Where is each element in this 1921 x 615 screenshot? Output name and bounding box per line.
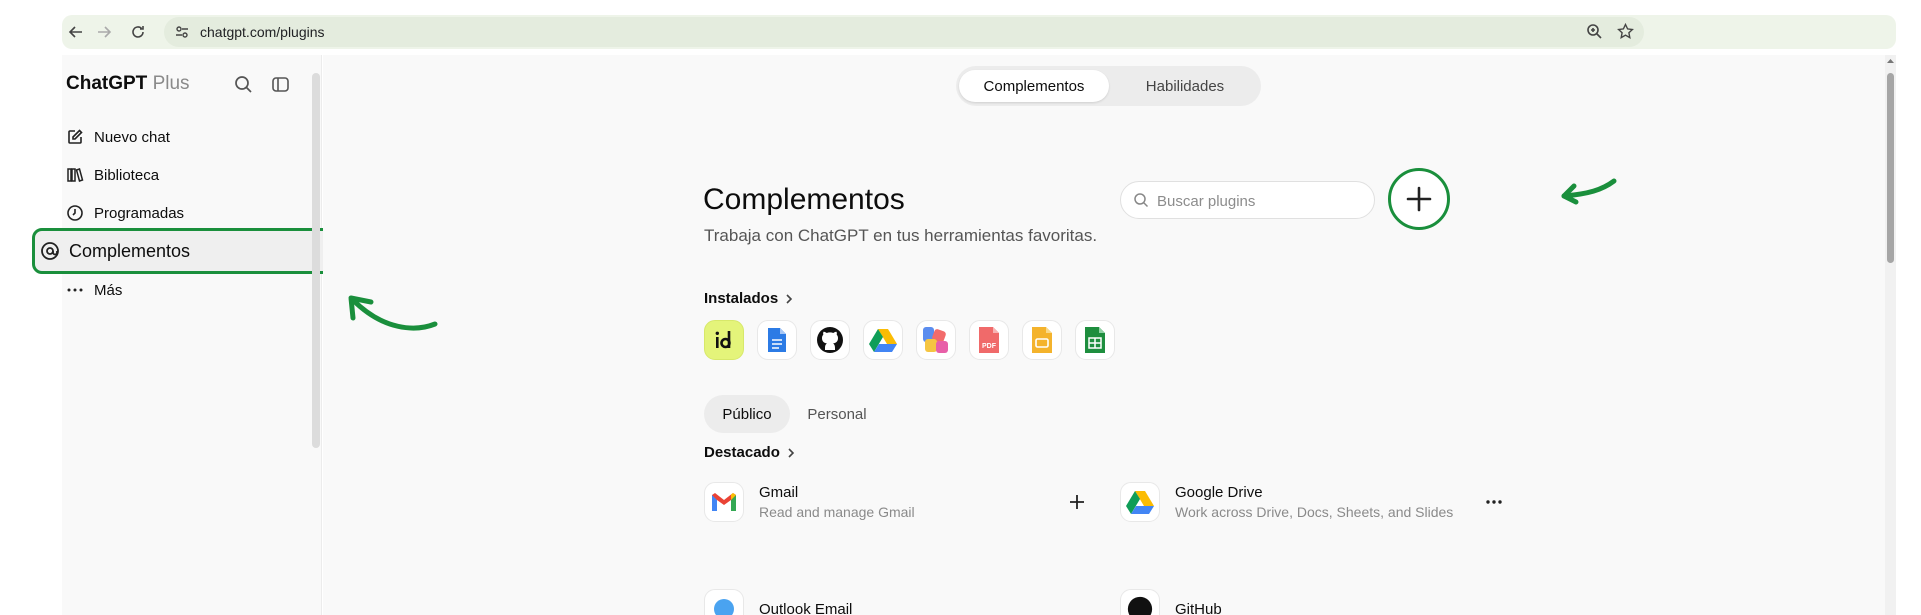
reload-icon <box>132 26 144 38</box>
plugin-name: Google Drive <box>1175 484 1263 501</box>
drive-logo <box>869 329 897 352</box>
featured-item-google-drive[interactable]: Google Drive Work across Drive, Docs, Sh… <box>1120 478 1453 526</box>
chevron-right-icon <box>786 293 793 304</box>
sidebar-item-label: Biblioteca <box>94 166 160 184</box>
pdf-icon[interactable]: PDF <box>969 320 1009 360</box>
id-logo <box>715 331 731 349</box>
plugin-description: Work across Drive, Docs, Sheets, and Sli… <box>1175 504 1454 520</box>
featured-label: Destacado <box>704 444 780 461</box>
annotation-arrow-left <box>348 295 438 331</box>
search-icon <box>1134 193 1149 208</box>
sidebar-item-plugins[interactable]: Complementos <box>32 228 340 274</box>
toggle-sidebar-button[interactable] <box>267 71 293 97</box>
sidebar-item-more[interactable]: Más <box>64 275 314 305</box>
featured-header[interactable]: Destacado <box>704 444 796 461</box>
reload-button[interactable] <box>126 20 150 44</box>
add-plugin-button[interactable] <box>1388 168 1450 230</box>
search-input[interactable] <box>1157 190 1362 212</box>
tab-plugins[interactable]: Complementos <box>959 70 1109 102</box>
id-app-icon[interactable] <box>704 320 744 360</box>
scrollbar-thumb[interactable] <box>1887 73 1894 263</box>
multicolor-app-icon[interactable] <box>916 320 956 360</box>
plugin-name: Gmail <box>759 484 799 501</box>
svg-text:PDF: PDF <box>982 343 997 350</box>
plus-icon <box>1070 495 1084 509</box>
page-subtitle: Trabaja con ChatGPT en tus herramientas … <box>704 226 1098 245</box>
installed-label: Instalados <box>704 290 779 307</box>
sidebar-item-scheduled[interactable]: Programadas <box>64 198 314 228</box>
arrow-right-icon <box>98 26 112 38</box>
google-sheets-icon[interactable] <box>1075 320 1115 360</box>
bookmark-star-icon[interactable] <box>1617 23 1634 40</box>
google-drive-icon[interactable] <box>863 320 903 360</box>
sidebar: ChatGPT Plus Nuevo chat Biblioteca Progr… <box>32 55 340 615</box>
github-icon[interactable] <box>810 320 850 360</box>
installed-header[interactable]: Instalados <box>704 290 794 307</box>
tab-skills[interactable]: Habilidades <box>1111 70 1259 102</box>
brand-name: ChatGPT <box>66 73 148 94</box>
address-bar[interactable]: chatgpt.com/plugins <box>164 17 1644 47</box>
main-panel: Complementos Habilidades Complementos Tr… <box>323 55 1896 615</box>
plugin-name: GitHub <box>1175 600 1222 615</box>
featured-item-gmail[interactable]: Gmail Read and manage Gmail <box>704 478 915 526</box>
search-icon <box>234 75 252 93</box>
clock-icon <box>64 202 86 224</box>
sidebar-item-new-chat[interactable]: Nuevo chat <box>64 122 314 152</box>
outlook-icon <box>704 589 744 615</box>
sidebar-scrollbar[interactable] <box>312 73 320 448</box>
plugin-icon <box>39 240 61 262</box>
google-drive-options-button[interactable] <box>1480 488 1508 516</box>
sidebar-item-label: Complementos <box>69 240 191 261</box>
more-icon <box>64 279 86 301</box>
annotation-arrow-right <box>1561 178 1617 205</box>
zoom-icon[interactable] <box>1586 23 1603 40</box>
tab-switcher: Complementos Habilidades <box>956 66 1261 106</box>
edit-icon <box>64 126 86 148</box>
multicolor-logo <box>923 327 948 353</box>
github-logo <box>817 327 843 353</box>
docs-logo <box>768 328 786 352</box>
site-settings-icon[interactable] <box>174 24 190 40</box>
forward-button[interactable] <box>92 20 116 44</box>
google-docs-icon[interactable] <box>757 320 797 360</box>
add-gmail-button[interactable] <box>1063 488 1091 516</box>
sidebar-item-library[interactable]: Biblioteca <box>64 160 314 190</box>
plus-icon <box>1406 186 1432 212</box>
google-drive-icon <box>1120 482 1160 522</box>
page-title: Complementos <box>703 183 905 216</box>
library-icon <box>64 164 86 186</box>
plugin-description: Read and manage Gmail <box>759 504 915 520</box>
pdf-logo: PDF <box>979 327 999 353</box>
ellipsis-icon <box>1486 500 1502 504</box>
featured-item-outlook[interactable]: Outlook Email <box>704 585 852 615</box>
featured-item-github[interactable]: GitHub <box>1120 585 1222 615</box>
arrow-left-icon <box>68 26 82 38</box>
sidebar-item-label: Nuevo chat <box>94 128 170 146</box>
plugin-search[interactable] <box>1120 181 1375 219</box>
scroll-up-arrow-icon[interactable] <box>1886 57 1895 65</box>
slides-logo <box>1032 327 1052 353</box>
slides-icon[interactable] <box>1022 320 1062 360</box>
filter-personal[interactable]: Personal <box>794 395 880 433</box>
sheets-logo <box>1085 327 1105 353</box>
chevron-right-icon <box>788 447 795 458</box>
page-scrollbar[interactable] <box>1885 55 1896 615</box>
plugin-name: Outlook Email <box>759 600 853 615</box>
browser-toolbar: chatgpt.com/plugins <box>62 15 1896 49</box>
sidebar-item-label: Programadas <box>94 204 185 222</box>
url-text[interactable]: chatgpt.com/plugins <box>200 24 325 40</box>
search-chats-button[interactable] <box>230 71 256 97</box>
sidebar-item-label: Más <box>94 281 123 299</box>
brand-title[interactable]: ChatGPT Plus <box>66 73 190 95</box>
back-button[interactable] <box>64 20 88 44</box>
sidebar-toggle-icon <box>271 76 289 92</box>
gmail-icon <box>704 482 744 522</box>
filter-public[interactable]: Público <box>704 395 790 433</box>
brand-tier: Plus <box>152 73 190 94</box>
github-icon <box>1120 589 1160 615</box>
